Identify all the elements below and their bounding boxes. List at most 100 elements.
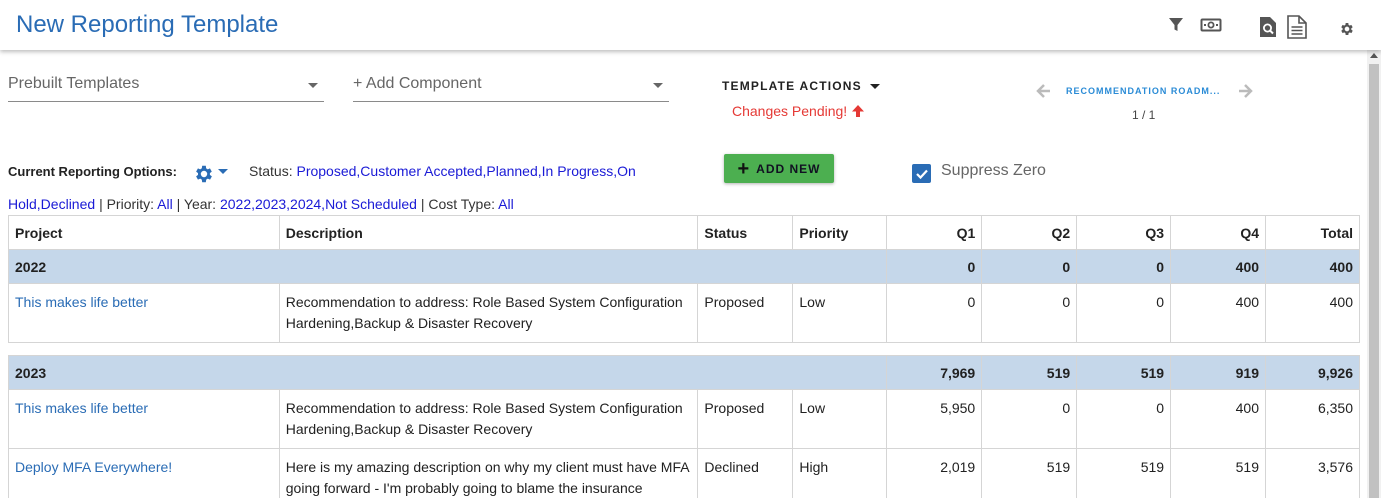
app-header: New Reporting Template <box>0 0 1381 50</box>
arrow-up-icon <box>852 105 865 117</box>
table-row: Deploy MFA Everywhere! Here is my amazin… <box>8 448 1360 498</box>
cost-type-value[interactable]: All <box>498 196 514 212</box>
priority-label: | Priority: <box>99 196 155 212</box>
add-component-placeholder: + Add Component <box>353 75 482 92</box>
add-new-button[interactable]: + ADD NEW <box>724 154 834 183</box>
description-cell: Recommendation to address: Role Based Sy… <box>278 389 699 449</box>
prebuilt-templates-placeholder: Prebuilt Templates <box>8 75 140 92</box>
preview-icon[interactable] <box>1257 16 1279 38</box>
filter-icon[interactable] <box>1165 14 1187 36</box>
scroll-thumb[interactable] <box>1369 64 1379 498</box>
status-cell: Declined <box>697 448 794 498</box>
q1-cell: 5,950 <box>886 389 983 449</box>
column-header[interactable]: Q1 <box>886 215 983 250</box>
q4-cell: 400 <box>1170 283 1267 343</box>
q4-cell: 519 <box>1170 448 1266 498</box>
add-new-label: ADD NEW <box>756 161 821 176</box>
year-total-q3: 519 <box>1076 355 1172 390</box>
options-settings-button[interactable] <box>193 163 228 185</box>
q2-cell: 0 <box>981 389 1078 449</box>
year-total-q2: 519 <box>981 355 1078 390</box>
cost-type-label: | Cost Type: <box>420 196 496 212</box>
column-header[interactable]: Q4 <box>1170 215 1267 250</box>
year-label: 2023 <box>7 355 888 390</box>
priority-value[interactable]: All <box>157 196 173 212</box>
year-label: | Year: <box>176 196 217 212</box>
q2-cell: 0 <box>981 283 1078 343</box>
report-table-2023: 2023 7,969 519 519 919 9,926 This makes … <box>7 355 1360 498</box>
options-line-2: Hold,Declined | Priority: All | Year: 20… <box>8 196 514 212</box>
q4-cell: 400 <box>1170 389 1266 449</box>
year-total-q2: 0 <box>981 249 1078 284</box>
year-total-q4: 400 <box>1170 249 1267 284</box>
q3-cell: 519 <box>1076 448 1172 498</box>
column-header[interactable]: Priority <box>792 215 888 250</box>
table-header-row: Project Description Status Priority Q1 Q… <box>8 215 1360 250</box>
year-total: 400 <box>1265 249 1360 284</box>
gear-icon <box>196 165 212 183</box>
changes-pending-indicator: Changes Pending! <box>732 103 865 119</box>
column-header[interactable]: Q2 <box>981 215 1078 250</box>
plus-icon: + <box>737 157 751 180</box>
column-header[interactable]: Project <box>8 215 280 250</box>
q1-cell: 2,019 <box>886 448 983 498</box>
status-cell: Proposed <box>697 283 794 343</box>
q3-cell: 0 <box>1076 283 1172 343</box>
money-icon[interactable] <box>1200 14 1222 36</box>
prebuilt-templates-select[interactable]: Prebuilt Templates <box>8 64 324 102</box>
column-header[interactable]: Total <box>1265 215 1360 250</box>
year-value[interactable]: 2022,2023,2024,Not Scheduled <box>220 196 417 212</box>
roadmap-label[interactable]: RECOMMENDATION ROADM... <box>1066 86 1220 96</box>
template-actions-label: TEMPLATE ACTIONS <box>722 79 862 93</box>
chevron-down-icon <box>308 83 318 88</box>
settings-icon[interactable] <box>1336 18 1358 40</box>
description-cell: Here is my amazing description on why my… <box>278 448 699 498</box>
year-total-q1: 7,969 <box>886 355 983 390</box>
column-header[interactable]: Q3 <box>1076 215 1172 250</box>
table-row: This makes life better Recommendation to… <box>8 283 1360 343</box>
reporting-options-label: Current Reporting Options: <box>8 164 177 179</box>
priority-cell: Low <box>792 389 888 449</box>
year-total: 9,926 <box>1265 355 1360 390</box>
total-cell: 6,350 <box>1265 389 1360 449</box>
page-title: New Reporting Template <box>16 11 279 38</box>
column-header[interactable]: Status <box>697 215 794 250</box>
chevron-left-icon[interactable] <box>1035 83 1051 104</box>
checkbox-checked-icon[interactable] <box>912 164 931 183</box>
year-total-q4: 919 <box>1170 355 1266 390</box>
chevron-down-icon <box>653 83 663 88</box>
project-link[interactable]: Deploy MFA Everywhere! <box>8 448 280 498</box>
column-header[interactable]: Description <box>278 215 699 250</box>
document-icon[interactable] <box>1286 15 1308 39</box>
year-label: 2022 <box>7 249 888 284</box>
status-cell: Proposed <box>697 389 794 449</box>
add-component-select[interactable]: + Add Component <box>353 64 669 102</box>
chevron-down-icon <box>218 168 228 174</box>
suppress-zero-checkbox[interactable]: Suppress Zero <box>912 158 1046 183</box>
project-link[interactable]: This makes life better <box>8 283 280 343</box>
q2-cell: 519 <box>981 448 1078 498</box>
status-value-continued[interactable]: Hold,Declined <box>8 196 95 212</box>
vertical-scrollbar[interactable] <box>1367 50 1381 498</box>
status-label: Status: <box>249 163 293 179</box>
pager-text: 1 / 1 <box>1132 108 1156 122</box>
priority-cell: Low <box>792 283 888 343</box>
table-row: This makes life better Recommendation to… <box>8 389 1360 449</box>
scroll-up-arrow-icon[interactable] <box>1370 53 1378 58</box>
total-cell: 400 <box>1265 283 1360 343</box>
year-total-q1: 0 <box>886 249 983 284</box>
suppress-zero-label: Suppress Zero <box>941 161 1046 179</box>
status-value[interactable]: Proposed,Customer Accepted,Planned,In Pr… <box>296 163 635 179</box>
year-group-row: 2023 7,969 519 519 919 9,926 <box>7 355 1360 390</box>
description-cell: Recommendation to address: Role Based Sy… <box>278 283 699 343</box>
project-link[interactable]: This makes life better <box>8 389 280 449</box>
year-group-row: 2022 0 0 0 400 400 <box>7 249 1360 284</box>
total-cell: 3,576 <box>1265 448 1360 498</box>
changes-pending-text: Changes Pending! <box>732 103 848 119</box>
q3-cell: 0 <box>1076 389 1172 449</box>
chevron-right-icon[interactable] <box>1238 83 1254 104</box>
year-total-q3: 0 <box>1076 249 1172 284</box>
options-line-1: Status: Proposed,Customer Accepted,Plann… <box>249 163 636 179</box>
template-actions-menu[interactable]: TEMPLATE ACTIONS <box>722 79 880 93</box>
priority-cell: High <box>792 448 888 498</box>
